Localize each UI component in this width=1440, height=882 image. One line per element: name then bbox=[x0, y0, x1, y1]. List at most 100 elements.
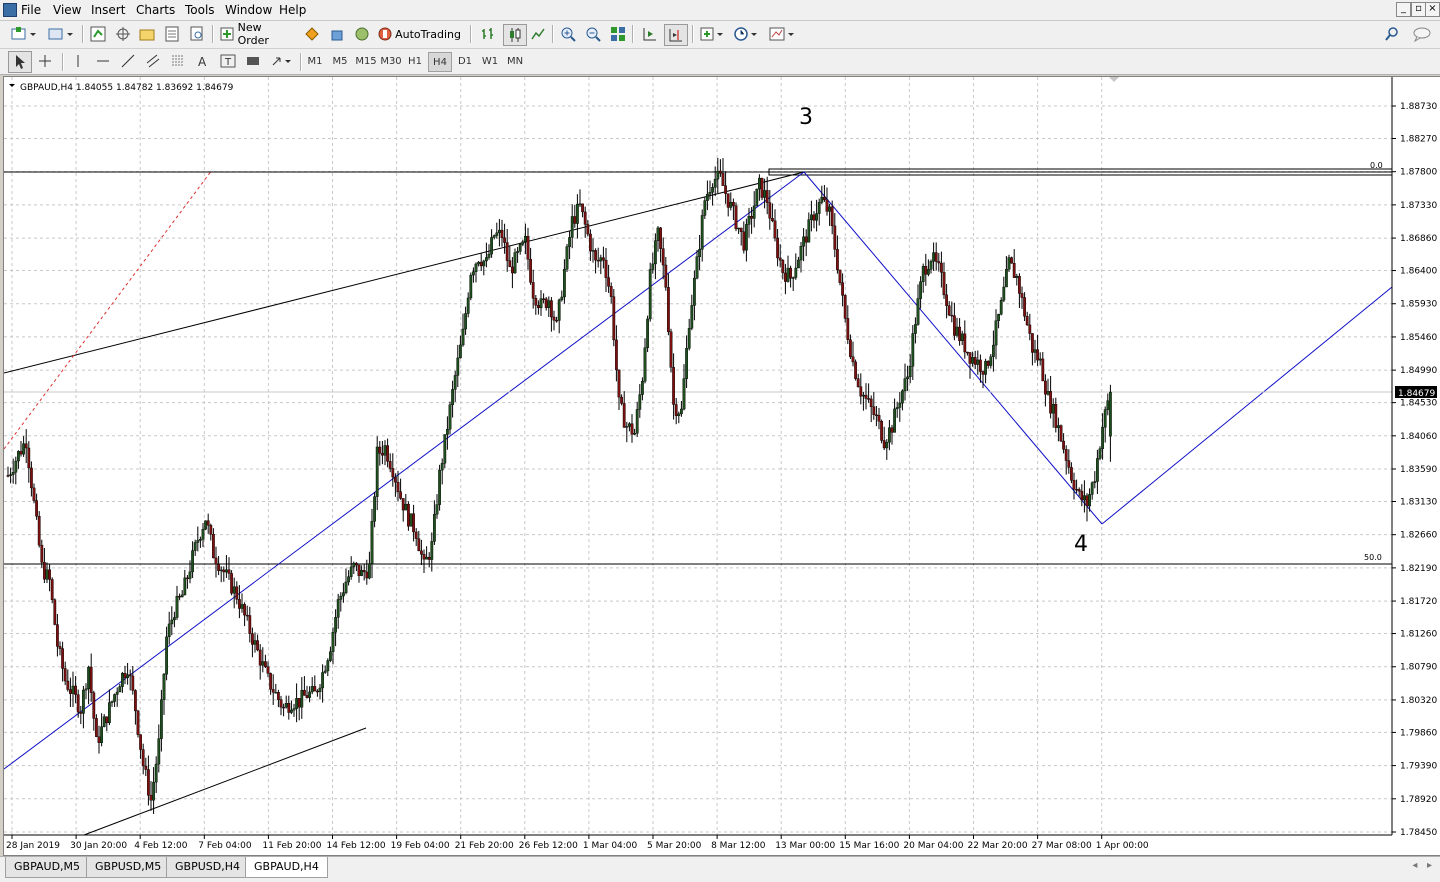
candle-body bbox=[885, 442, 889, 449]
separator bbox=[552, 25, 554, 43]
candle-body bbox=[282, 706, 285, 709]
time-tick-label: 27 Mar 08:00 bbox=[1032, 841, 1092, 851]
timeframe-mn[interactable]: MN bbox=[504, 52, 526, 70]
candle-body bbox=[110, 701, 114, 703]
candle-body bbox=[300, 690, 304, 708]
candle-body bbox=[274, 692, 278, 694]
tab-scroll-arrows-icon[interactable]: ◂ ▸ bbox=[1412, 860, 1432, 871]
cursor-button[interactable] bbox=[8, 51, 32, 73]
candle-body bbox=[537, 305, 540, 309]
candle-body bbox=[204, 520, 207, 530]
tab-gbpaud-h4[interactable]: GBPAUD,H4 bbox=[245, 857, 328, 878]
menu-file[interactable]: File bbox=[21, 3, 41, 17]
chat-button[interactable] bbox=[1410, 24, 1434, 44]
candlestick-button[interactable] bbox=[503, 24, 527, 46]
candle-body bbox=[107, 702, 111, 724]
minimize-icon[interactable]: _ bbox=[1396, 2, 1411, 17]
rectangle-button[interactable] bbox=[243, 51, 263, 71]
candle-body bbox=[66, 680, 70, 690]
new-chart-button[interactable] bbox=[8, 24, 40, 44]
autoscroll-button[interactable] bbox=[640, 24, 660, 44]
templates-button[interactable] bbox=[767, 24, 797, 44]
candle-body bbox=[440, 463, 444, 471]
vertical-line-button[interactable] bbox=[68, 51, 88, 71]
menu-help[interactable]: Help bbox=[279, 3, 306, 17]
zoom-out-button[interactable] bbox=[583, 24, 603, 44]
candle-body bbox=[133, 690, 137, 712]
candle-body bbox=[185, 577, 189, 580]
candle-body bbox=[443, 434, 447, 464]
market-watch-button[interactable] bbox=[88, 24, 108, 44]
market-button[interactable] bbox=[327, 24, 347, 44]
shift-marker-icon[interactable] bbox=[1109, 77, 1119, 82]
equidistant-channel-button[interactable] bbox=[143, 51, 163, 71]
candle-body bbox=[477, 261, 480, 265]
zoom-in-button[interactable] bbox=[558, 24, 578, 44]
horizontal-line-button[interactable] bbox=[93, 51, 113, 71]
text-label-button[interactable]: T bbox=[218, 51, 238, 71]
tile-windows-button[interactable] bbox=[608, 24, 628, 44]
menu-window[interactable]: Window bbox=[225, 3, 272, 17]
candle-body bbox=[646, 318, 650, 349]
candle-body bbox=[875, 414, 878, 416]
candle-body bbox=[35, 500, 38, 517]
profiles-button[interactable] bbox=[45, 24, 77, 44]
chart-window[interactable]: 1.88730 1.88270 1.87800 1.87330 1.86860 1.864… bbox=[3, 76, 1440, 856]
candle-body bbox=[893, 408, 897, 433]
trendline-button[interactable] bbox=[118, 51, 138, 71]
fibonacci-button[interactable] bbox=[168, 51, 188, 71]
crosshair-button[interactable] bbox=[35, 51, 55, 71]
timeframe-m5[interactable]: M5 bbox=[329, 52, 351, 70]
menu-insert[interactable]: Insert bbox=[91, 3, 125, 17]
timeframe-w1[interactable]: W1 bbox=[479, 52, 501, 70]
tab-gbpusd-m5[interactable]: GBPUSD,M5 bbox=[86, 857, 171, 878]
close-icon[interactable]: × bbox=[1425, 2, 1440, 17]
zoom-in-icon bbox=[561, 27, 576, 42]
timeframe-h1[interactable]: H1 bbox=[404, 52, 426, 70]
timeframe-h4[interactable]: H4 bbox=[428, 52, 452, 72]
candle-body bbox=[63, 668, 67, 682]
candle-body bbox=[1023, 297, 1027, 317]
candle-body bbox=[570, 216, 574, 238]
candle-body bbox=[573, 216, 577, 224]
chart-shift-button[interactable] bbox=[664, 24, 688, 46]
candle-body bbox=[1010, 257, 1014, 264]
navigator-button[interactable] bbox=[137, 24, 157, 44]
line-chart-button[interactable] bbox=[528, 24, 548, 44]
bar-chart-button[interactable] bbox=[478, 24, 498, 44]
menu-tools[interactable]: Tools bbox=[185, 3, 215, 17]
candle-body bbox=[394, 476, 397, 483]
price-chart[interactable]: 1.88730 1.88270 1.87800 1.87330 1.86860 1.864… bbox=[4, 77, 1440, 855]
candle-body bbox=[40, 544, 44, 563]
candle-body bbox=[113, 694, 117, 702]
candle-body bbox=[768, 202, 772, 219]
candle-body bbox=[191, 550, 194, 573]
terminal-button[interactable] bbox=[162, 24, 182, 44]
data-window-button[interactable] bbox=[113, 24, 133, 44]
candle-body bbox=[664, 264, 668, 288]
text-button[interactable]: A bbox=[193, 51, 213, 71]
metaeditor-button[interactable] bbox=[302, 24, 322, 44]
tab-gbpaud-m5[interactable]: GBPAUD,M5 bbox=[5, 857, 90, 878]
new-order-button[interactable]: New Order bbox=[219, 21, 295, 47]
candle-body bbox=[446, 428, 449, 435]
timeframe-m15[interactable]: M15 bbox=[354, 52, 378, 70]
candle-body bbox=[453, 375, 457, 390]
periods-button[interactable] bbox=[732, 24, 760, 44]
timeframe-m30[interactable]: M30 bbox=[379, 52, 403, 70]
timeframe-d1[interactable]: D1 bbox=[454, 52, 476, 70]
candle-body bbox=[700, 215, 704, 250]
strategy-tester-button[interactable] bbox=[187, 24, 207, 44]
price-tick-label: 1.81720 bbox=[1400, 597, 1437, 607]
tab-gbpusd-h4[interactable]: GBPUSD,H4 bbox=[166, 857, 249, 878]
indicators-button[interactable] bbox=[698, 24, 726, 44]
autotrading-button[interactable]: AutoTrading bbox=[377, 24, 461, 44]
menu-view[interactable]: View bbox=[53, 3, 81, 17]
search-button[interactable] bbox=[1382, 24, 1402, 44]
signals-button[interactable] bbox=[352, 24, 372, 44]
timeframe-m1[interactable]: M1 bbox=[304, 52, 326, 70]
menu-charts[interactable]: Charts bbox=[136, 3, 175, 17]
candle-body bbox=[1069, 467, 1073, 481]
restore-icon[interactable]: ▫ bbox=[1411, 2, 1426, 17]
arrows-button[interactable] bbox=[268, 51, 294, 71]
